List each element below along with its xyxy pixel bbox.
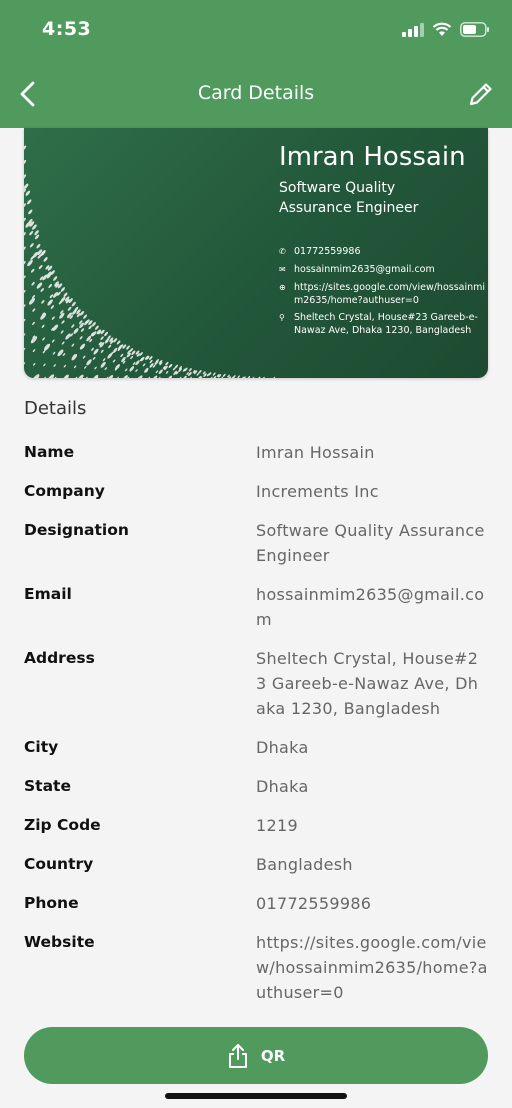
card-name: Imran Hossain	[279, 142, 466, 172]
wifi-icon	[432, 22, 452, 36]
detail-row-state: State Dhaka	[24, 774, 488, 799]
detail-value: Imran Hossain	[256, 443, 375, 462]
detail-value: Software Quality Assurance Engineer	[256, 521, 485, 565]
card-website-row: ⊕ https://sites.google.com/view/hossainm…	[279, 281, 488, 307]
status-icons	[402, 22, 490, 37]
status-time: 4:53	[42, 18, 92, 40]
phone-icon: ✆	[279, 247, 286, 256]
detail-label: Country	[24, 855, 94, 873]
detail-value: hossainmim2635@gmail.com	[256, 585, 485, 629]
globe-icon: ⊕	[279, 283, 286, 292]
detail-label: Name	[24, 443, 75, 461]
details-list: Name Imran Hossain Company Increments In…	[24, 440, 488, 1019]
details-section-title: Details	[24, 398, 87, 419]
card-dot-pattern	[24, 145, 276, 378]
card-address: Sheltech Crystal, House#23 Gareeb-e-Nawa…	[294, 312, 478, 336]
detail-label: Zip Code	[24, 816, 101, 834]
detail-label: State	[24, 777, 71, 795]
edit-button[interactable]	[466, 79, 496, 109]
detail-value: 01772559986	[256, 894, 372, 913]
mail-icon: ✉	[279, 265, 286, 274]
share-icon	[228, 1043, 247, 1068]
card-role: Software Quality Assurance Engineer	[279, 178, 479, 218]
card-role-line2: Assurance Engineer	[279, 200, 419, 216]
detail-row-address: Address Sheltech Crystal, House#23 Garee…	[24, 646, 488, 721]
detail-label: Designation	[24, 521, 129, 539]
detail-value: https://sites.google.com/view/hossainmim…	[256, 933, 488, 1002]
card-role-line1: Software Quality	[279, 180, 396, 196]
detail-row-website: Website https://sites.google.com/view/ho…	[24, 930, 488, 1005]
card-email: hossainmim2635@gmail.com	[294, 264, 435, 275]
detail-row-company: Company Increments Inc	[24, 479, 488, 504]
detail-value: Dhaka	[256, 738, 309, 757]
detail-row-designation: Designation Software Quality Assurance E…	[24, 518, 488, 568]
battery-icon	[460, 22, 489, 37]
detail-label: City	[24, 738, 59, 756]
detail-value: 1219	[256, 816, 298, 835]
card-address-row: ⚲ Sheltech Crystal, House#23 Gareeb-e-Na…	[279, 311, 488, 337]
detail-label: Address	[24, 649, 95, 667]
card-phone: 01772559986	[294, 246, 361, 257]
detail-row-city: City Dhaka	[24, 735, 488, 760]
detail-row-phone: Phone 01772559986	[24, 891, 488, 916]
card-website: https://sites.google.com/view/hossainmim…	[294, 282, 486, 306]
page-title: Card Details	[197, 82, 315, 104]
detail-label: Website	[24, 933, 95, 951]
detail-value: Bangladesh	[256, 855, 353, 874]
location-pin-icon: ⚲	[279, 313, 285, 322]
detail-label: Company	[24, 482, 105, 500]
detail-label: Email	[24, 585, 72, 603]
card-email-row: ✉ hossainmim2635@gmail.com	[279, 263, 488, 276]
card-phone-row: ✆ 01772559986	[279, 245, 488, 258]
detail-value: Dhaka	[256, 777, 309, 796]
signal-icon	[402, 22, 424, 37]
detail-row-email: Email hossainmim2635@gmail.com	[24, 582, 488, 632]
business-card-preview[interactable]: Imran Hossain Software Quality Assurance…	[24, 128, 488, 378]
detail-row-name: Name Imran Hossain	[24, 440, 488, 465]
detail-row-zip-code: Zip Code 1219	[24, 813, 488, 838]
detail-value: Increments Inc	[256, 482, 379, 501]
qr-button-label: QR	[260, 1046, 286, 1065]
pencil-icon	[469, 83, 492, 106]
detail-row-country: Country Bangladesh	[24, 852, 488, 877]
home-indicator	[165, 1093, 347, 1099]
app-header: 4:53 Card Details	[0, 0, 512, 128]
detail-value: Sheltech Crystal, House#23 Gareeb-e-Nawa…	[256, 649, 479, 718]
detail-label: Phone	[24, 894, 79, 912]
qr-button[interactable]: QR	[24, 1027, 488, 1084]
